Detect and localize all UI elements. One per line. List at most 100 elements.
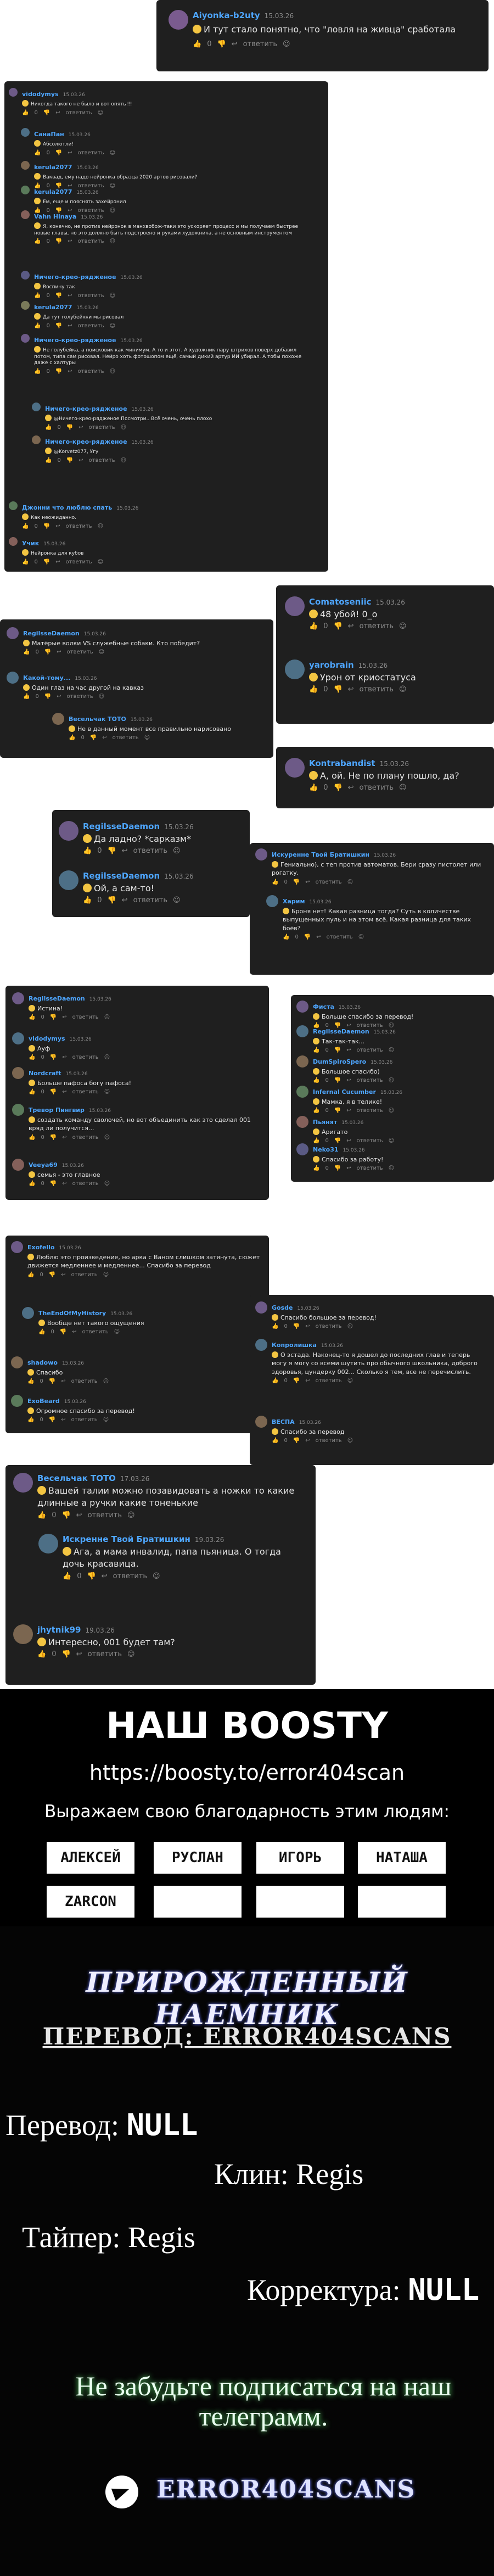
reply-button[interactable]: ответить <box>72 1181 99 1187</box>
like-icon[interactable]: 👍 <box>38 1329 45 1335</box>
username[interactable]: kerula2077 <box>34 188 72 195</box>
username[interactable]: RegilsseDaemon <box>313 1028 369 1035</box>
avatar[interactable] <box>22 1307 34 1319</box>
emoji-react-icon[interactable]: ☺ <box>99 694 104 700</box>
dislike-icon[interactable]: 👎 <box>43 523 50 529</box>
dislike-icon[interactable]: 👎 <box>87 1572 96 1580</box>
like-icon[interactable]: 👍 <box>193 40 201 48</box>
username[interactable]: СанаПан <box>34 131 64 138</box>
reply-button[interactable]: ответить <box>243 40 277 48</box>
username[interactable]: Infernal Cucumber <box>313 1088 376 1096</box>
emoji-react-icon[interactable]: ☺ <box>110 293 115 299</box>
dislike-icon[interactable]: 👎 <box>50 1014 57 1020</box>
reply-button[interactable]: ответить <box>67 694 93 700</box>
like-icon[interactable]: 👍 <box>45 424 52 431</box>
avatar[interactable] <box>11 1356 23 1368</box>
avatar[interactable] <box>285 758 305 778</box>
reply-button[interactable]: ответить <box>89 457 115 463</box>
like-icon[interactable]: 👍 <box>37 1511 46 1519</box>
reply-button[interactable]: ответить <box>71 1417 98 1423</box>
emoji-react-icon[interactable]: ☺ <box>127 1511 135 1519</box>
username[interactable]: Ничего-крео-рядженое <box>34 337 116 344</box>
reply-button[interactable]: ответить <box>316 1378 342 1384</box>
avatar[interactable] <box>11 1395 23 1407</box>
emoji-react-icon[interactable]: ☺ <box>110 323 115 329</box>
emoji-react-icon[interactable]: ☺ <box>358 934 364 940</box>
reply-button[interactable]: ответить <box>327 934 353 940</box>
username[interactable]: Exofello <box>27 1244 55 1251</box>
emoji-react-icon[interactable]: ☺ <box>103 1417 109 1423</box>
avatar[interactable] <box>7 627 19 639</box>
dislike-icon[interactable]: 👎 <box>217 40 226 48</box>
reply-button[interactable]: ответить <box>360 622 394 630</box>
dislike-icon[interactable]: 👎 <box>293 879 300 885</box>
emoji-react-icon[interactable]: ☺ <box>98 523 103 529</box>
dislike-icon[interactable]: 👎 <box>333 622 342 630</box>
emoji-react-icon[interactable]: ☺ <box>104 1054 110 1060</box>
username[interactable]: shadowo <box>27 1359 58 1366</box>
like-icon[interactable]: 👍 <box>272 879 278 885</box>
avatar[interactable] <box>21 271 30 280</box>
emoji-react-icon[interactable]: ☺ <box>104 1014 110 1020</box>
like-icon[interactable]: 👍 <box>29 1014 35 1020</box>
reply-button[interactable]: ответить <box>89 424 115 431</box>
like-icon[interactable]: 👍 <box>272 1438 278 1444</box>
username[interactable]: yarobrain <box>309 660 354 670</box>
like-icon[interactable]: 👍 <box>37 1650 46 1658</box>
reply-button[interactable]: ответить <box>66 110 92 116</box>
reply-button[interactable]: ответить <box>316 879 342 885</box>
avatar[interactable] <box>12 1067 24 1079</box>
dislike-icon[interactable]: 👎 <box>49 1378 55 1384</box>
reply-button[interactable]: ответить <box>78 293 104 299</box>
emoji-react-icon[interactable]: ☺ <box>399 685 407 694</box>
dislike-icon[interactable]: 👎 <box>44 694 51 700</box>
dislike-icon[interactable]: 👎 <box>334 1165 341 1171</box>
like-icon[interactable]: 👍 <box>45 457 52 463</box>
emoji-react-icon[interactable]: ☺ <box>347 1323 353 1329</box>
like-icon[interactable]: 👍 <box>23 649 30 655</box>
dislike-icon[interactable]: 👎 <box>304 934 311 940</box>
username[interactable]: vidodymys <box>22 91 59 98</box>
dislike-icon[interactable]: 👎 <box>60 1329 66 1335</box>
emoji-react-icon[interactable]: ☺ <box>104 1135 110 1141</box>
emoji-react-icon[interactable]: ☺ <box>104 1089 110 1095</box>
like-icon[interactable]: 👍 <box>34 238 41 244</box>
emoji-react-icon[interactable]: ☺ <box>347 879 353 885</box>
avatar[interactable] <box>296 1001 308 1013</box>
reply-button[interactable]: ответить <box>72 1054 99 1060</box>
like-icon[interactable]: 👍 <box>69 735 75 741</box>
like-icon[interactable]: 👍 <box>309 622 318 630</box>
dislike-icon[interactable]: 👎 <box>50 1089 57 1095</box>
dislike-icon[interactable]: 👎 <box>334 1077 341 1083</box>
like-icon[interactable]: 👍 <box>29 1089 35 1095</box>
emoji-react-icon[interactable]: ☺ <box>99 649 104 655</box>
like-icon[interactable]: 👍 <box>83 896 92 904</box>
like-icon[interactable]: 👍 <box>63 1572 71 1580</box>
username[interactable]: RegilsseDaemon <box>29 995 85 1002</box>
like-icon[interactable]: 👍 <box>34 323 41 329</box>
emoji-react-icon[interactable]: ☺ <box>144 735 150 741</box>
dislike-icon[interactable]: 👎 <box>55 238 62 244</box>
avatar[interactable] <box>9 501 18 510</box>
dislike-icon[interactable]: 👎 <box>44 649 51 655</box>
dislike-icon[interactable]: 👎 <box>66 457 73 463</box>
avatar[interactable] <box>21 161 30 170</box>
avatar[interactable] <box>12 992 24 1004</box>
avatar[interactable] <box>285 660 305 679</box>
dislike-icon[interactable]: 👎 <box>50 1181 57 1187</box>
username[interactable]: Nordcraft <box>29 1070 61 1077</box>
avatar[interactable] <box>38 1534 58 1554</box>
avatar[interactable] <box>255 848 267 860</box>
username[interactable]: Пьянят <box>313 1119 337 1126</box>
dislike-icon[interactable]: 👎 <box>43 559 50 565</box>
username[interactable]: RegilsseDaemon <box>83 822 160 831</box>
emoji-react-icon[interactable]: ☺ <box>110 238 115 244</box>
avatar[interactable] <box>52 713 64 725</box>
username[interactable]: Искуренне Твой Братишкин <box>272 851 369 858</box>
avatar[interactable] <box>7 672 19 684</box>
avatar[interactable] <box>255 1339 267 1351</box>
reply-button[interactable]: ответить <box>72 1089 99 1095</box>
reply-button[interactable]: ответить <box>72 1014 99 1020</box>
like-icon[interactable]: 👍 <box>313 1165 319 1171</box>
username[interactable]: Джонни что люблю спать <box>22 504 112 511</box>
